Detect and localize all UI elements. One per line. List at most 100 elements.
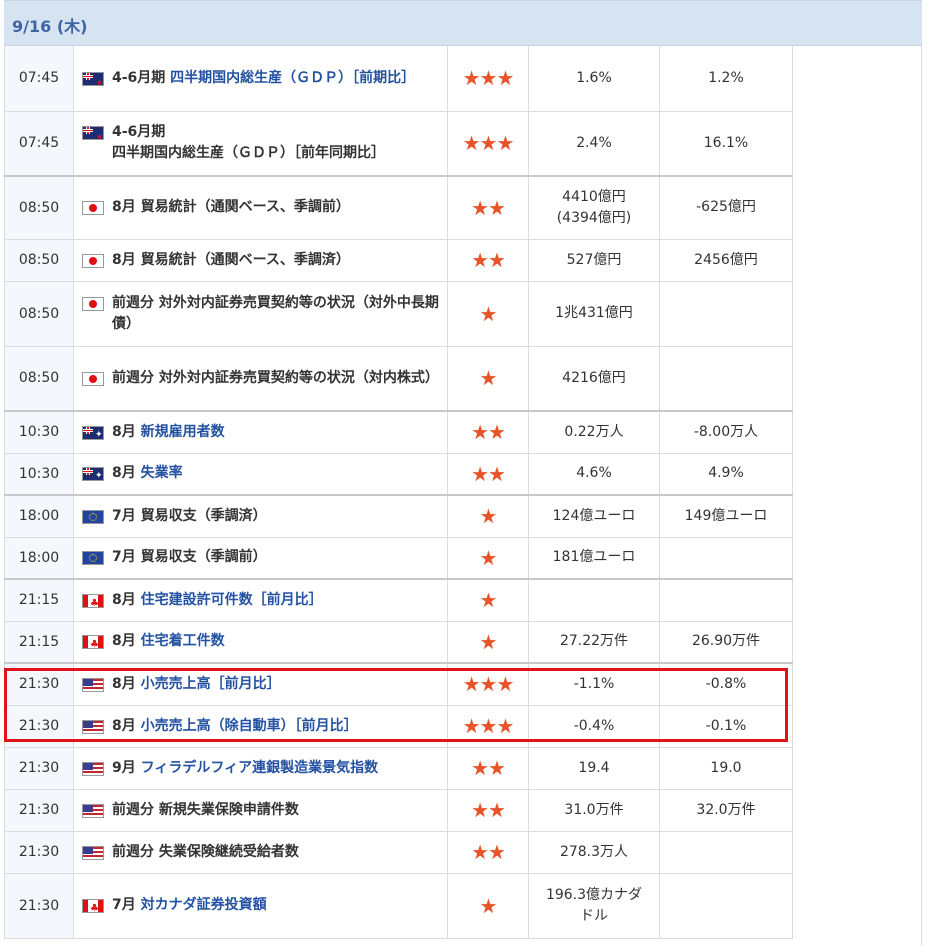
indicator-link[interactable]: 四半期国内総生産（ＧＤＰ）［前期比］	[170, 70, 415, 86]
importance-rating: ★★	[447, 175, 529, 240]
indicator-period: 8月	[112, 717, 141, 734]
forecast-value: 4.6%	[528, 453, 660, 496]
star-icon: ★	[471, 195, 489, 220]
event-time: 21:30	[4, 747, 74, 790]
calendar-row: 21:30 9月 フィラデルフィア連銀製造業景気指数 ★★ 19.4 19.0	[4, 747, 793, 790]
calendar-row: 21:15 8月 住宅建設許可件数［前月比］ ★	[4, 578, 793, 622]
previous-value: 149億ユーロ	[659, 494, 793, 538]
indicator-text: 9月 フィラデルフィア連銀製造業景気指数	[112, 758, 439, 779]
calendar-row: 08:50 8月 貿易統計（通関ベース、季調済） ★★ 527億円 2456億円	[4, 239, 793, 282]
forecast-value: 1.6%	[528, 46, 660, 112]
calendar-row: 08:50 8月 貿易統計（通関ベース、季調前） ★★ 4410億円 (4394億円) -…	[4, 175, 793, 240]
event-time: 21:30	[4, 873, 74, 939]
event-time: 21:15	[4, 621, 74, 664]
star-icon: ★	[488, 461, 506, 486]
forecast-value: 1兆431億円	[528, 281, 660, 347]
previous-value: 4.9%	[659, 453, 793, 496]
indicator-cell: 8月 小売売上高（除自動車）［前月比］	[73, 705, 448, 748]
canada-flag-icon	[82, 593, 104, 608]
indicator-cell: 7月 貿易収支（季調済）	[73, 494, 448, 538]
star-icon: ★	[462, 714, 481, 738]
indicator-text: 8月 住宅建設許可件数［前月比］	[112, 590, 439, 611]
event-time: 21:30	[4, 831, 74, 874]
indicator-link[interactable]: フィラデルフィア連銀製造業景気指数	[141, 760, 378, 776]
indicator-period: 8月	[112, 423, 141, 440]
indicator-link[interactable]: 住宅建設許可件数［前月比］	[141, 592, 323, 608]
star-icon: ★	[488, 840, 506, 864]
indicator-link[interactable]: 小売売上高［前月比］	[141, 676, 281, 692]
importance-rating: ★★	[447, 453, 529, 496]
indicator-text: 前週分 失業保険継続受給者数	[112, 842, 439, 863]
australia-flag-icon	[82, 425, 104, 440]
star-icon: ★	[479, 131, 498, 156]
previous-value	[659, 578, 793, 622]
indicator-cell: 前週分 新規失業保険申請件数	[73, 789, 448, 832]
calendar-row: 10:308月 失業率★★4.6%4.9%	[4, 453, 793, 496]
indicator-text: 8月 新規雇用者数	[112, 422, 439, 443]
indicator-name: 貿易統計（通関ベース、季調済）	[140, 251, 350, 268]
star-icon: ★	[479, 545, 498, 570]
previous-value: -0.1%	[659, 705, 793, 748]
star-icon: ★	[496, 714, 514, 738]
indicator-text: 前週分 対外対内証券売買契約等の状況（対外中長期債）	[112, 293, 439, 335]
indicator-link[interactable]: 小売売上高（除自動車）［前月比］	[141, 718, 358, 734]
event-time: 21:30	[4, 789, 74, 832]
indicator-period: 前週分	[112, 294, 159, 311]
indicator-name: 四半期国内総生産（ＧＤＰ）［前年同期比］	[112, 145, 385, 162]
indicator-name: 対外対内証券売買契約等の状況（対内株式）	[158, 369, 439, 386]
star-icon: ★	[496, 131, 514, 156]
previous-value	[659, 346, 793, 412]
importance-rating: ★★	[447, 789, 529, 832]
japan-flag-icon	[82, 296, 104, 311]
star-icon: ★	[462, 66, 481, 91]
indicator-link[interactable]: 新規雇用者数	[141, 424, 225, 440]
indicator-link[interactable]: 住宅着工件数	[141, 633, 225, 649]
forecast-value	[528, 578, 660, 622]
previous-value: 1.2%	[659, 46, 793, 112]
calendar-row: 07:454-6月期 四半期国内総生産（ＧＤＰ）［前年同期比］★★★2.4%16…	[4, 111, 793, 177]
importance-rating: ★★★	[447, 111, 529, 177]
australia-flag-icon	[82, 467, 104, 482]
us-flag-icon	[82, 845, 104, 860]
calendar-row: 07:454-6月期 四半期国内総生産（ＧＤＰ）［前期比］★★★1.6%1.2%	[4, 46, 793, 112]
star-icon: ★	[471, 248, 489, 272]
previous-value	[659, 873, 793, 939]
event-time: 21:30	[4, 705, 74, 748]
previous-value	[659, 281, 793, 347]
indicator-text: 8月 貿易統計（通関ベース、季調前）	[112, 197, 439, 218]
star-icon: ★	[479, 588, 498, 613]
indicator-text: 8月 住宅着工件数	[112, 631, 439, 652]
indicator-period: 4-6月期	[112, 69, 171, 86]
indicator-cell: 8月 住宅着工件数	[73, 621, 448, 664]
star-icon: ★	[471, 461, 489, 486]
eu-flag-icon	[82, 551, 104, 566]
star-icon: ★	[488, 248, 506, 272]
canada-flag-icon	[82, 635, 104, 650]
event-time: 08:50	[4, 281, 74, 347]
indicator-link[interactable]: 対カナダ証券投資額	[141, 897, 267, 913]
event-time: 08:50	[4, 346, 74, 412]
indicator-period: 8月	[112, 675, 141, 692]
previous-value: 2456億円	[659, 239, 793, 282]
indicator-name: 貿易統計（通関ベース、季調前）	[140, 199, 350, 216]
table-right-border	[921, 46, 922, 946]
indicator-name: 対外対内証券売買契約等の状況（対外中長期債）	[112, 294, 439, 332]
indicator-cell: 前週分 対外対内証券売買契約等の状況（対内株式）	[73, 346, 448, 412]
indicator-period: 8月	[112, 633, 141, 650]
indicator-text: 7月 貿易収支（季調前）	[112, 547, 439, 568]
star-icon: ★	[479, 504, 498, 529]
indicator-period: 8月	[112, 591, 141, 608]
star-icon: ★	[488, 756, 506, 780]
calendar-row: 21:30 8月 小売売上高（除自動車）［前月比］ ★★★ -0.4% -0.1%	[4, 705, 793, 748]
previous-value	[659, 537, 793, 580]
indicator-text: 7月 貿易収支（季調済）	[112, 506, 439, 527]
forecast-value: 31.0万件	[528, 789, 660, 832]
us-flag-icon	[82, 761, 104, 776]
previous-value: 16.1%	[659, 111, 793, 177]
calendar-row: 18:00 7月 貿易収支（季調前） ★ 181億ユーロ	[4, 537, 793, 580]
previous-value: -0.8%	[659, 662, 793, 706]
event-time: 07:45	[4, 111, 74, 177]
indicator-cell: 8月 小売売上高［前月比］	[73, 662, 448, 706]
indicator-link[interactable]: 失業率	[141, 465, 183, 481]
indicator-cell: 7月 貿易収支（季調前）	[73, 537, 448, 580]
